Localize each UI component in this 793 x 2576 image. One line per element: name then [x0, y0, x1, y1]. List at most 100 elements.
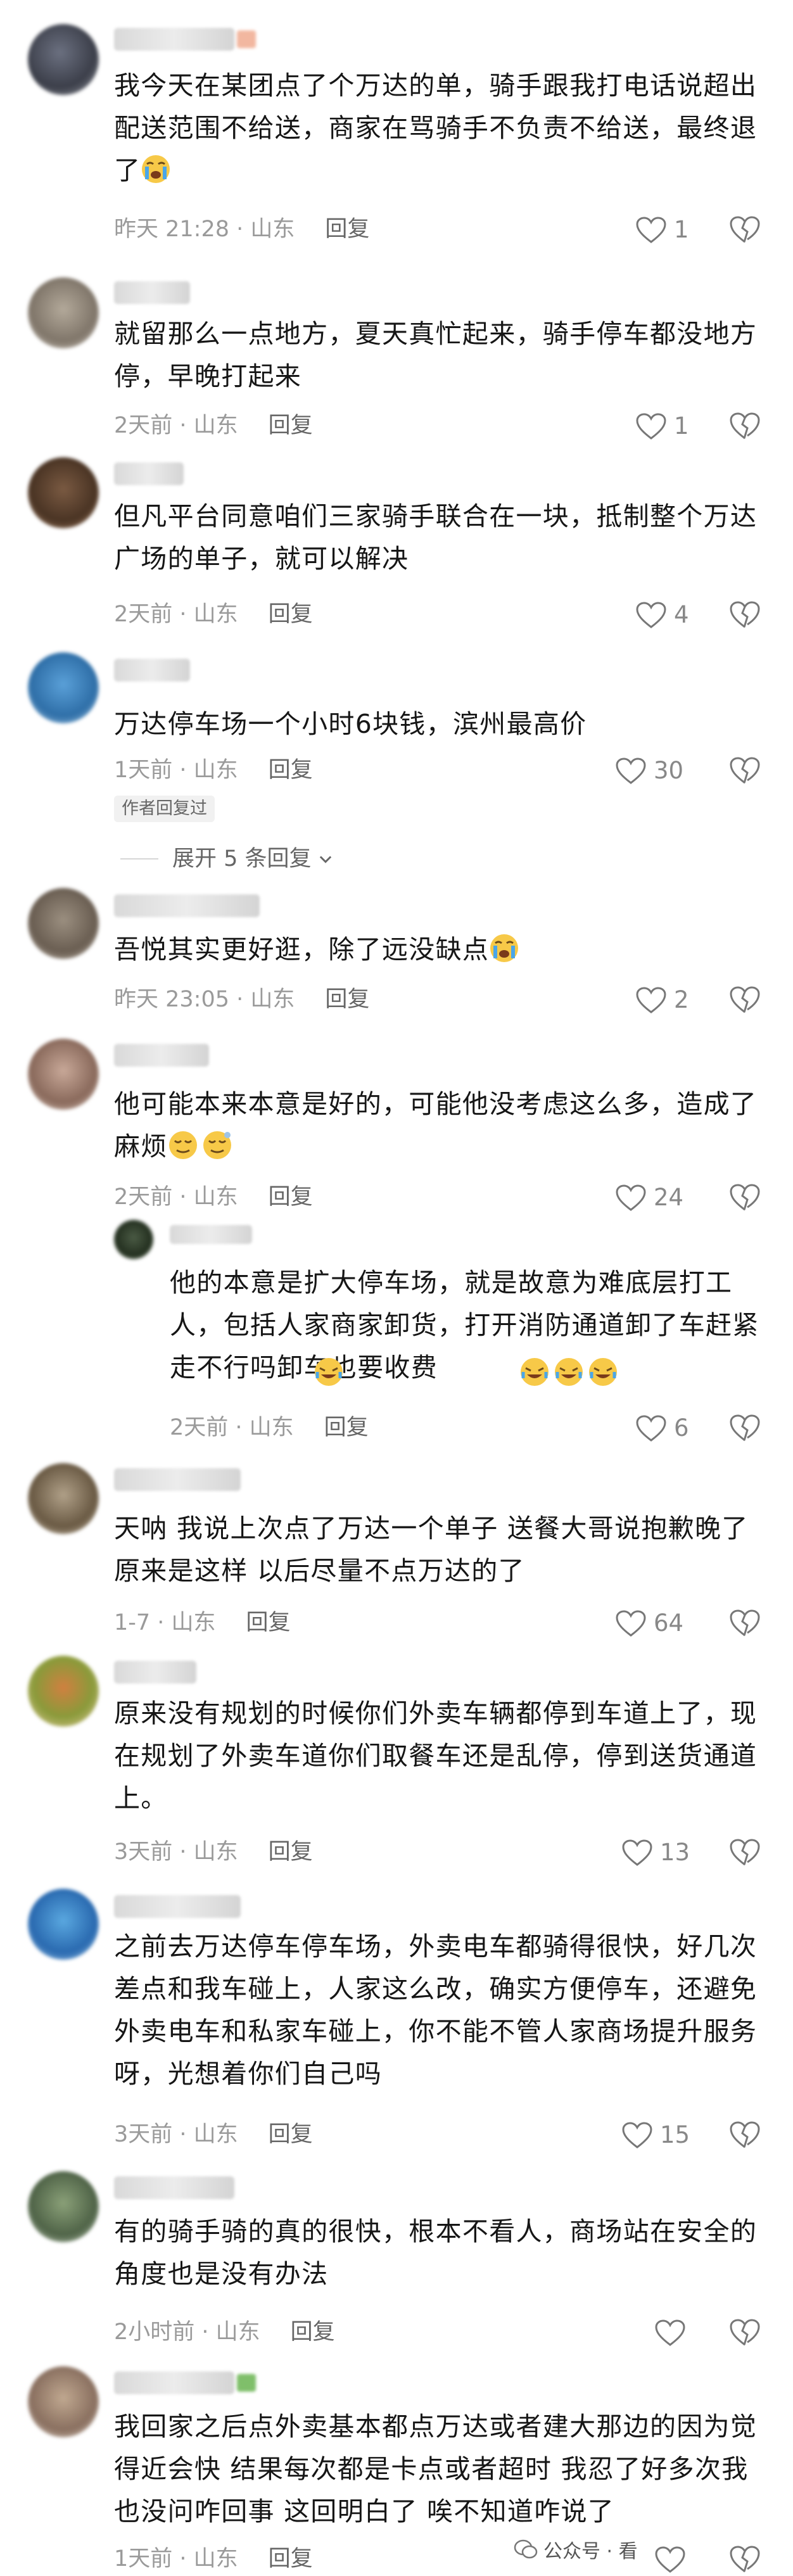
- like-count: 4: [674, 601, 689, 628]
- reply-button[interactable]: 回复: [291, 2319, 335, 2345]
- reply-button[interactable]: 回复: [269, 1184, 313, 1210]
- rolling-laughing-face-icon: [555, 1358, 583, 1386]
- comment-time: 2小时前 · 山东: [114, 2319, 260, 2345]
- broken-heart-icon[interactable]: [728, 2317, 761, 2347]
- avatar[interactable]: [28, 652, 99, 723]
- reply-text: 他的本意是扩大停车场，就是故意为难底层打工人，包括人家商家卸货，打开消防通道卸了…: [170, 1267, 759, 1383]
- broken-heart-icon[interactable]: [728, 984, 761, 1015]
- heart-outline-icon: [655, 2546, 685, 2573]
- expand-replies-button[interactable]: 展开 5 条回复: [120, 845, 334, 873]
- avatar[interactable]: [28, 1889, 99, 1960]
- reply-meta: 2天前 · 山东 回复: [170, 1414, 369, 1442]
- reply-button[interactable]: 回复: [269, 1839, 313, 1865]
- like-button[interactable]: 2: [635, 986, 689, 1015]
- comment-time: 2天前 · 山东: [170, 1415, 294, 1440]
- username-blurred[interactable]: [114, 1468, 241, 1491]
- reply-button[interactable]: 回复: [269, 2546, 313, 2572]
- comment-time: 1天前 · 山东: [114, 2546, 238, 2572]
- comment-time: 2天前 · 山东: [114, 1184, 238, 1210]
- reply-button[interactable]: 回复: [324, 1415, 369, 1440]
- broken-heart-icon[interactable]: [728, 2119, 761, 2150]
- expand-replies-label: 展开 5 条回复: [172, 846, 312, 872]
- like-count: 15: [660, 2121, 690, 2148]
- reply-trailing-emojis: [519, 1357, 618, 1387]
- avatar[interactable]: [28, 2366, 99, 2437]
- like-button[interactable]: 64: [614, 1609, 683, 1638]
- comment-meta: 2天前 · 山东 回复: [114, 1183, 313, 1211]
- rolling-laughing-face-icon: [521, 1358, 549, 1386]
- like-button[interactable]: 15: [621, 2121, 690, 2150]
- comment-meta: 1-7 · 山东 回复: [114, 1609, 291, 1637]
- avatar[interactable]: [114, 1220, 153, 1259]
- like-button[interactable]: 13: [621, 1838, 690, 1867]
- reply-button[interactable]: 回复: [269, 758, 313, 783]
- username-blurred[interactable]: [170, 1225, 252, 1244]
- like-button[interactable]: 30: [614, 756, 683, 785]
- comment-text: 我今天在某团点了个万达的单，骑手跟我打电话说超出配送范围不给送，商家在骂骑手不负…: [114, 70, 758, 186]
- like-count: 24: [654, 1184, 684, 1211]
- avatar[interactable]: [28, 277, 99, 348]
- like-button[interactable]: 1: [635, 215, 689, 244]
- broken-heart-icon[interactable]: [728, 1608, 761, 1638]
- comment-meta: 2小时前 · 山东 回复: [114, 2318, 335, 2346]
- broken-heart-icon[interactable]: [728, 1412, 761, 1443]
- comment-text: 万达停车场一个小时6块钱，滨州最高价: [114, 709, 587, 739]
- wechat-watermark: 公众号 · 看: [513, 2535, 638, 2563]
- heart-outline-icon: [616, 1184, 646, 1211]
- reply-button[interactable]: 回复: [246, 1610, 291, 1635]
- heart-outline-icon: [622, 1839, 652, 1866]
- broken-heart-icon[interactable]: [728, 214, 761, 244]
- username-blurred[interactable]: [114, 28, 256, 51]
- comment-meta: 3天前 · 山东 回复: [114, 1838, 313, 1866]
- username-blurred[interactable]: [114, 1044, 209, 1067]
- heart-outline-icon: [655, 2319, 685, 2346]
- username-blurred[interactable]: [114, 894, 260, 917]
- dizzy-face-icon: [168, 1131, 197, 1159]
- broken-heart-icon[interactable]: [728, 599, 761, 630]
- avatar[interactable]: [28, 888, 99, 959]
- comment-text: 他可能本来本意是好的，可能他没考虑这么多，造成了麻烦: [114, 1089, 758, 1162]
- like-button[interactable]: 24: [614, 1183, 683, 1212]
- username-blurred[interactable]: [114, 1661, 196, 1684]
- avatar[interactable]: [28, 24, 99, 95]
- like-count: 13: [660, 1839, 690, 1866]
- username-blurred[interactable]: [114, 1895, 241, 1918]
- rolling-laughing-face-icon: [315, 1358, 343, 1386]
- like-button[interactable]: 4: [635, 600, 689, 630]
- broken-heart-icon[interactable]: [728, 1837, 761, 1867]
- comment-meta: 1天前 · 山东 回复: [114, 756, 313, 784]
- comment-meta: 2天前 · 山东 回复: [114, 600, 313, 628]
- broken-heart-icon[interactable]: [728, 2544, 761, 2574]
- like-button[interactable]: [654, 2318, 693, 2347]
- avatar[interactable]: [28, 1463, 99, 1534]
- broken-heart-icon[interactable]: [728, 410, 761, 441]
- reply-button[interactable]: 回复: [325, 987, 369, 1012]
- comment-time: 2天前 · 山东: [114, 602, 238, 627]
- comment-text: 天呐 我说上次点了万达一个单子 送餐大哥说抱歉晚了 原来是这样 以后尽量不点万达…: [114, 1513, 758, 1586]
- username-blurred[interactable]: [114, 462, 184, 485]
- comment-time: 3天前 · 山东: [114, 1839, 238, 1865]
- comment-text: 就留那么一点地方，夏天真忙起来，骑手停车都没地方停，早晚打起来: [114, 319, 758, 391]
- reply-button[interactable]: 回复: [269, 413, 313, 438]
- username-blurred[interactable]: [114, 2176, 234, 2199]
- comment-time: 3天前 · 山东: [114, 2122, 238, 2147]
- comment-meta: 3天前 · 山东 回复: [114, 2121, 313, 2148]
- username-blurred[interactable]: [114, 659, 190, 682]
- dizzy-face-icon: [203, 1131, 231, 1159]
- username-blurred[interactable]: [114, 2371, 256, 2394]
- broken-heart-icon[interactable]: [728, 1182, 761, 1212]
- avatar[interactable]: [28, 1039, 99, 1110]
- like-button[interactable]: 1: [635, 412, 689, 441]
- avatar[interactable]: [28, 457, 99, 528]
- reply-button[interactable]: 回复: [269, 602, 313, 627]
- avatar[interactable]: [28, 2171, 99, 2242]
- avatar[interactable]: [28, 1656, 99, 1727]
- comment-text: 但凡平台同意咱们三家骑手联合在一块，抵制整个万达广场的单子，就可以解决: [114, 501, 758, 574]
- loudly-crying-face-icon: [490, 934, 519, 962]
- reply-button[interactable]: 回复: [269, 2122, 313, 2147]
- username-blurred[interactable]: [114, 281, 190, 304]
- like-button[interactable]: 6: [635, 1414, 689, 1443]
- reply-button[interactable]: 回复: [325, 217, 369, 242]
- broken-heart-icon[interactable]: [728, 755, 761, 785]
- like-button[interactable]: [654, 2545, 693, 2574]
